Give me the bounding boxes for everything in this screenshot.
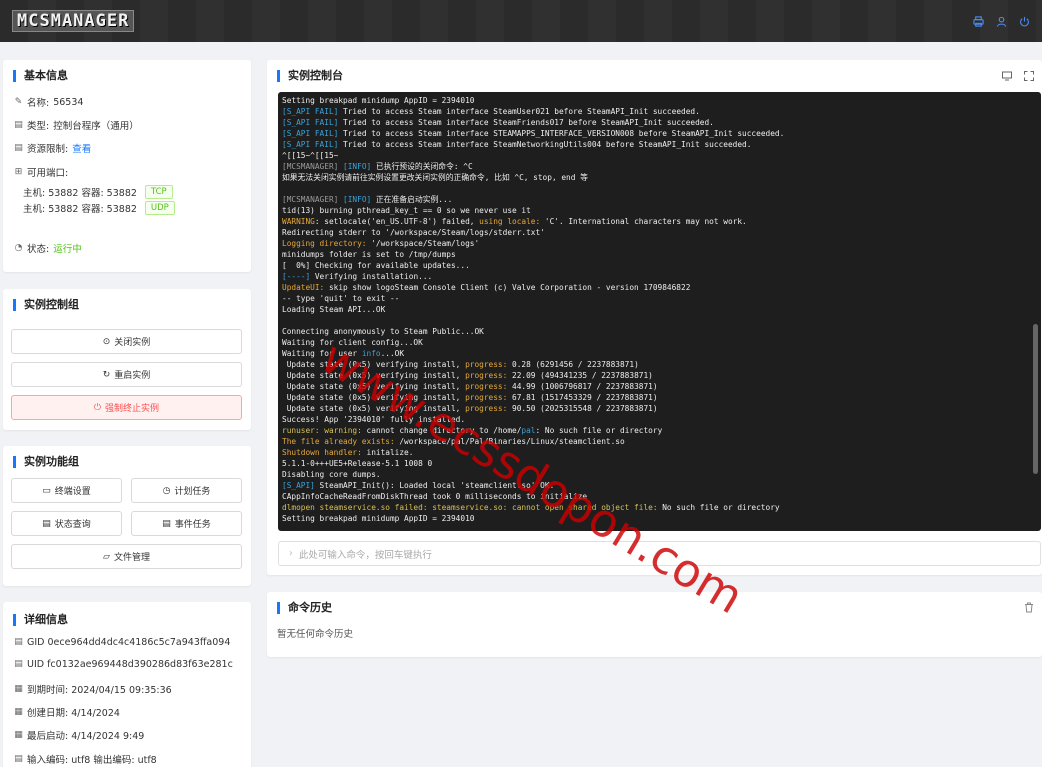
detail-row: ▦ 最后启动: 4/14/2024 9:49 [14,729,145,742]
document-icon: ▤ [14,659,23,669]
status-query-button[interactable]: ▤ 状态查询 [11,511,122,536]
detail-row: ▤ GID 0ece964dd4dc4c4186c5c7a943ffa094 [14,637,231,648]
basic-info-title: 基本信息 [13,70,68,82]
instance-type: 控制台程序（通用） [53,121,139,132]
function-group-title: 实例功能组 [13,456,79,468]
command-placeholder: 此处可输入命令，按回车键执行 [298,549,432,561]
control-group-title: 实例控制组 [13,299,79,311]
network-icon: ⊞ [14,166,23,177]
power-icon: ⏻ [93,402,102,413]
status-value: 运行中 [53,244,82,255]
instance-name: 56534 [53,96,84,108]
document-icon: ▤ [162,518,171,529]
protocol-tag: UDP [144,201,175,215]
dashboard-icon: ◔ [14,242,23,253]
detail-row: ▦ 创建日期: 4/14/2024 [14,706,120,719]
file-manager-button[interactable]: ▱ 文件管理 [11,544,242,569]
top-bar: MCSMANAGER [0,0,1042,42]
terminal-settings-button[interactable]: ▭ 终端设置 [11,478,122,503]
resource-row: ▤ 资源限制: 查看 [14,141,92,155]
history-card: 命令历史 暂无任何命令历史 [267,592,1042,657]
monitor-icon[interactable] [1002,71,1012,81]
basic-info-card: 基本信息 ✎ 名称: 56534 ▤ 类型: 控制台程序（通用） ▤ 资源限制:… [3,60,251,272]
history-empty-text: 暂无任何命令历史 [277,629,354,640]
calendar-icon: ▦ [14,683,23,694]
history-title: 命令历史 [277,602,332,614]
power-icon[interactable] [1019,16,1030,27]
resource-icon: ▤ [14,142,23,153]
fullscreen-icon[interactable] [1024,71,1034,81]
details-card: 详细信息 ▤ GID 0ece964dd4dc4c4186c5c7a943ffa0… [3,602,251,767]
restart-instance-button[interactable]: ↻ 重启实例 [11,362,242,387]
type-row: ▤ 类型: 控制台程序（通用） [14,119,139,132]
console-title: 实例控制台 [277,70,343,82]
folder-icon: ▱ [103,551,110,562]
event-tasks-button[interactable]: ▤ 事件任务 [131,511,242,536]
scheduled-tasks-button[interactable]: ◷ 计划任务 [131,478,242,503]
clock-icon: ◷ [162,485,171,496]
name-row: ✎ 名称: 56534 [14,96,84,110]
port-item: 主机: 53882 容器: 53882 TCP [23,185,173,199]
document-icon: ▤ [14,637,23,647]
resource-view-link[interactable]: 查看 [72,141,91,155]
protocol-tag: TCP [144,185,173,199]
command-input[interactable]: › 此处可输入命令，按回车键执行 [278,541,1041,566]
code-icon: ▤ [14,753,23,764]
stop-circle-icon: ⊙ [102,336,111,347]
detail-row: ▦ 到期时间: 2024/04/15 09:35:36 [14,683,172,696]
printer-icon[interactable] [973,15,984,27]
port-item: 主机: 53882 容器: 53882 UDP [23,201,175,215]
control-group-card: 实例控制组 ⊙ 关闭实例 ↻ 重启实例 ⏻ 强制终止实例 [3,289,251,430]
trash-icon[interactable] [1024,602,1034,613]
chevron-right-icon: › [289,548,293,559]
ports-row: ⊞ 可用端口: [14,166,69,179]
user-icon[interactable] [996,16,1007,27]
monitor-icon: ▭ [42,485,51,496]
document-icon: ▤ [14,119,23,130]
console-scrollbar[interactable] [1033,324,1038,474]
chat-icon: ▤ [42,518,51,529]
details-title: 详细信息 [13,614,68,626]
function-group-card: 实例功能组 ▭ 终端设置 ◷ 计划任务 ▤ 状态查询 ▤ 事件任务 ▱ 文件管理 [3,446,251,586]
console-log: Setting breakpad minidump AppID = 239401… [282,96,785,523]
calendar-icon: ▦ [14,706,23,717]
calendar-icon: ▦ [14,729,23,740]
app-logo[interactable]: MCSMANAGER [12,10,135,32]
kill-instance-button[interactable]: ⏻ 强制终止实例 [11,395,242,420]
detail-row: ▤ UID fc0132ae969448d390286d83f63e281c [14,659,233,670]
stop-instance-button[interactable]: ⊙ 关闭实例 [11,329,242,354]
console-output[interactable]: Setting breakpad minidump AppID = 239401… [278,92,1041,531]
restart-icon: ↻ [102,369,111,380]
edit-icon: ✎ [14,96,23,107]
status-row: ◔ 状态: 运行中 [14,242,82,255]
detail-row: ▤ 输入编码: utf8 输出编码: utf8 [14,753,157,766]
